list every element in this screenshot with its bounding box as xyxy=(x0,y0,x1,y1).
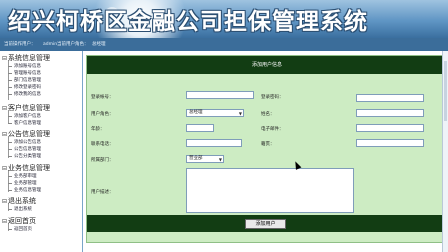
sidebar-group-home[interactable]: ⊟返回首页 xyxy=(2,216,36,226)
sidebar-item-add-account[interactable]: 添加账号信息 xyxy=(8,63,41,69)
address-input[interactable] xyxy=(356,139,424,147)
description-label: 用户描述： xyxy=(91,190,114,195)
sidebar-group-logout[interactable]: ⊟退出系统 xyxy=(2,196,36,206)
login-account-input[interactable] xyxy=(186,91,254,99)
phone-label: 联系电话： xyxy=(91,142,114,147)
sidebar-group-notice[interactable]: ⊟公告信息管理 xyxy=(2,129,50,139)
sidebar-item-business-review[interactable]: 业务部审理 xyxy=(8,173,37,179)
description-textarea[interactable] xyxy=(186,168,354,213)
dept-label: 所属部门： xyxy=(91,158,114,163)
main-content: 添加用户信息 登录帐号： 登录密码： 用户角色： 总经理 ▼ 姓名： 年龄： 电子… xyxy=(83,51,448,252)
current-role-label: 当前用户角色： xyxy=(57,42,89,47)
app-title: 绍兴柯桥区金融公司担保管理系统 xyxy=(8,9,368,35)
scrollbar-thumb[interactable] xyxy=(444,61,447,121)
user-info-bar: 当前操作用户： admin 当前用户角色： 总经理 xyxy=(0,38,448,51)
sidebar-item-my-info[interactable]: 修改我的信息 xyxy=(8,91,41,97)
sidebar-item-business-info[interactable]: 业务信息管理 xyxy=(8,187,41,193)
add-user-form: 添加用户信息 登录帐号： 登录密码： 用户角色： 总经理 ▼ 姓名： 年龄： 电子… xyxy=(86,55,448,243)
current-user-name: admin xyxy=(43,42,58,47)
sidebar-group-system[interactable]: ⊟系统信息管理 xyxy=(2,53,50,63)
phone-input[interactable] xyxy=(186,139,242,147)
current-role: 总经理 xyxy=(92,42,106,47)
sidebar-item-logout[interactable]: 退出系统 xyxy=(8,206,32,212)
sidebar-group-business[interactable]: ⊟业务信息管理 xyxy=(2,163,50,173)
sidebar-item-add-notice[interactable]: 添加公告信息 xyxy=(8,139,41,145)
sidebar-item-password[interactable]: 修改登录密码 xyxy=(8,84,41,90)
role-select[interactable]: 总经理 ▼ xyxy=(186,109,244,117)
sidebar-item-manage-customer[interactable]: 客户信息管理 xyxy=(8,120,41,126)
chevron-down-icon: ▼ xyxy=(218,157,222,162)
sidebar-item-notice-category[interactable]: 公告分类管理 xyxy=(8,153,41,159)
scrollbar[interactable] xyxy=(442,51,448,252)
login-password-label: 登录密码： xyxy=(261,95,284,100)
name-input[interactable] xyxy=(356,109,424,117)
current-user-label: 当前操作用户： xyxy=(4,42,36,47)
name-label: 姓名： xyxy=(261,112,275,117)
add-user-button[interactable]: 添加用户 xyxy=(245,219,286,229)
address-label: 籍贯： xyxy=(261,142,275,147)
form-title: 添加用户信息 xyxy=(87,56,447,74)
sidebar-item-manage-notice[interactable]: 公告信息管理 xyxy=(8,146,41,152)
chevron-down-icon: ▼ xyxy=(238,111,242,116)
role-label: 用户角色： xyxy=(91,112,114,117)
email-label: 电子邮件： xyxy=(261,127,284,132)
tree-line xyxy=(8,170,9,192)
age-input[interactable] xyxy=(186,124,214,132)
age-label: 年龄： xyxy=(91,127,105,132)
header-banner: 绍兴柯桥区金融公司担保管理系统 xyxy=(0,0,448,38)
sidebar-item-dept[interactable]: 部门信息管理 xyxy=(8,77,41,83)
sidebar-nav: ⊟系统信息管理 添加账号信息 管理账号信息 部门信息管理 修改登录密码 修改我的… xyxy=(0,51,83,252)
sidebar-item-add-customer[interactable]: 添加客户信息 xyxy=(8,113,41,119)
tree-line xyxy=(8,136,9,158)
email-input[interactable] xyxy=(356,124,424,132)
login-account-label: 登录帐号： xyxy=(91,95,114,100)
login-password-input[interactable] xyxy=(356,94,424,102)
sidebar-group-customer[interactable]: ⊟客户信息管理 xyxy=(2,103,50,113)
sidebar-item-home[interactable]: 返回首页 xyxy=(8,226,32,232)
sidebar-item-manage-account[interactable]: 管理账号信息 xyxy=(8,70,41,76)
dept-select[interactable]: 营业部 ▼ xyxy=(186,155,224,163)
sidebar-item-business-manage[interactable]: 业务部管理 xyxy=(8,180,37,186)
